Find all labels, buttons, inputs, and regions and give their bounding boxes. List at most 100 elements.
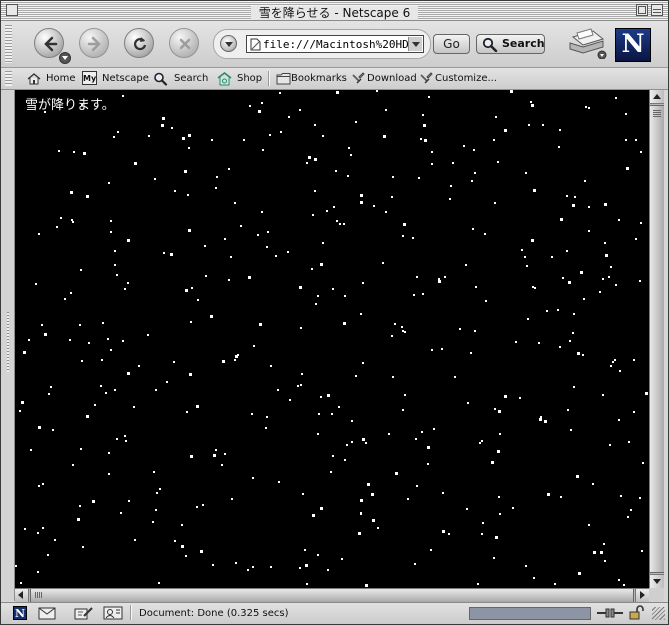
forward-button[interactable] <box>79 28 109 58</box>
snowflake <box>114 250 116 252</box>
snowflake <box>531 239 534 242</box>
composer-icon[interactable] <box>74 606 94 620</box>
scroll-left-arrow[interactable] <box>15 589 29 602</box>
snowflake <box>583 298 585 300</box>
security-lock-icon[interactable] <box>628 605 644 621</box>
snowflake <box>37 532 39 534</box>
snowflake <box>599 291 601 293</box>
snowflake <box>81 360 83 362</box>
snowflake <box>252 566 254 568</box>
snowflake <box>343 223 345 225</box>
snowflake <box>117 131 119 133</box>
snowflake <box>120 512 122 514</box>
url-history-button[interactable] <box>220 35 237 52</box>
snowflake <box>351 420 353 422</box>
home-icon <box>27 73 41 85</box>
print-button[interactable] <box>565 27 609 59</box>
go-button[interactable]: Go <box>433 34 470 54</box>
sidebar-grip[interactable] <box>1 90 15 601</box>
snowflake <box>402 330 404 332</box>
snowflake <box>237 354 239 356</box>
snowflake <box>421 431 423 433</box>
snowflake <box>360 499 363 502</box>
snowflake <box>110 349 112 351</box>
snowflake <box>569 340 571 342</box>
snowflake <box>186 411 188 413</box>
netscape-logo[interactable]: N <box>615 28 651 62</box>
snowflake <box>604 560 606 562</box>
snowflake <box>551 256 553 258</box>
snowflake <box>299 109 301 111</box>
snowflake <box>21 401 24 404</box>
snowflake <box>444 276 446 278</box>
snowflake <box>52 429 54 431</box>
snowflake <box>588 107 590 109</box>
snowflake <box>585 106 587 108</box>
vertical-scrollbar[interactable] <box>649 90 664 588</box>
vertical-scroll-thumb[interactable] <box>650 105 664 573</box>
snowflake <box>531 104 534 107</box>
zoom-box[interactable] <box>636 4 648 16</box>
snowflake <box>416 276 418 278</box>
snowflake <box>640 151 642 153</box>
back-history-dropdown[interactable] <box>59 52 71 64</box>
mail-icon[interactable] <box>38 606 56 620</box>
snowflake <box>580 271 583 274</box>
shop-button[interactable]: Shop <box>217 71 262 87</box>
netscape-button[interactable]: My Netscape <box>82 71 149 87</box>
snowflake <box>275 255 277 257</box>
address-book-icon[interactable] <box>103 606 123 620</box>
snowflake <box>495 536 498 539</box>
scroll-right-arrow[interactable] <box>635 589 649 602</box>
stop-button[interactable] <box>169 28 199 58</box>
snowflake <box>332 455 334 457</box>
search-toolbar-button[interactable]: Search <box>153 71 208 87</box>
snowflake <box>498 410 501 413</box>
personal-toolbar-grip[interactable] <box>5 71 12 86</box>
snowflake <box>567 409 569 411</box>
snowflake <box>15 565 17 567</box>
snowflake <box>124 435 126 437</box>
url-text[interactable]: file:///Macintosh%20HDD/%9 <box>263 37 409 52</box>
url-dropdown-button[interactable] <box>408 37 422 51</box>
page-content[interactable]: 雪が降ります。 <box>15 90 649 588</box>
customize-button[interactable]: Customize... <box>419 71 497 87</box>
snowflake <box>367 483 370 486</box>
snowflake <box>418 177 420 179</box>
snowflake <box>188 229 191 232</box>
snowflake <box>341 558 343 560</box>
toolbar-grip[interactable] <box>5 25 12 63</box>
navigator-component-icon[interactable]: N <box>13 606 27 620</box>
snowflake <box>299 286 302 289</box>
snowflake <box>83 152 86 155</box>
bookmarks-button[interactable]: Bookmarks <box>276 71 347 87</box>
snowflake <box>623 584 625 586</box>
toolbar-separator <box>268 71 270 86</box>
snowflake <box>287 251 289 253</box>
snowflake <box>330 471 332 473</box>
my-netscape-icon: My <box>82 71 97 85</box>
horizontal-scroll-thumb[interactable] <box>30 589 634 602</box>
url-field[interactable]: file:///Macintosh%20HDD/%9 <box>246 35 424 53</box>
forward-arrow-icon <box>87 36 101 52</box>
collapse-box[interactable] <box>651 4 663 16</box>
title-bar[interactable]: 雪を降らせる - Netscape 6 <box>1 1 668 21</box>
online-status-icon[interactable] <box>596 606 624 620</box>
search-button[interactable]: Search <box>476 34 545 54</box>
snowflake <box>190 321 192 323</box>
page-icon[interactable] <box>250 38 261 51</box>
home-button[interactable]: Home <box>27 71 76 87</box>
snowflake <box>481 533 483 535</box>
snowflake <box>573 313 575 315</box>
snowflake <box>302 493 304 495</box>
snowflake <box>420 138 422 140</box>
horizontal-scrollbar[interactable] <box>15 588 649 602</box>
scroll-up-arrow[interactable] <box>650 90 664 104</box>
bookmarks-folder-icon <box>276 73 291 85</box>
scroll-down-arrow[interactable] <box>650 574 664 588</box>
snowflake <box>258 110 261 113</box>
reload-button[interactable] <box>124 28 154 58</box>
resize-grip[interactable] <box>652 607 665 620</box>
download-button[interactable]: Download <box>351 71 417 87</box>
snowflake <box>174 190 176 192</box>
